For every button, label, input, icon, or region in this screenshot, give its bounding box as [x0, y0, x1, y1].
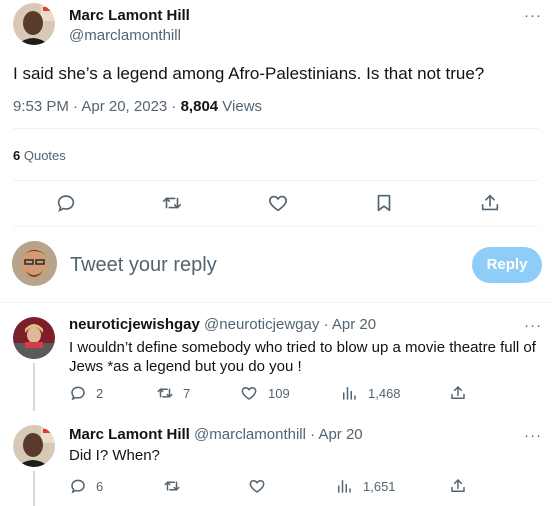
- share-icon[interactable]: [479, 192, 501, 214]
- composer-avatar[interactable]: [12, 241, 57, 286]
- view-count: 1,468: [368, 386, 401, 401]
- reply-avatar[interactable]: [13, 317, 55, 359]
- more-options-icon[interactable]: ···: [524, 427, 542, 444]
- divider: [13, 128, 539, 129]
- thread-line: [33, 363, 35, 411]
- views-count: 8,804: [180, 98, 219, 115]
- reply-text: Did I? When?: [69, 447, 160, 464]
- view-count: 1,651: [363, 479, 396, 494]
- reply-count: 2: [96, 386, 104, 401]
- reply-icon[interactable]: [69, 384, 87, 402]
- reply-icon[interactable]: [55, 192, 77, 214]
- reply-text: I wouldn’t define somebody who tried to …: [69, 338, 536, 376]
- reply-header: Marc Lamont Hill @marclamonthill · Apr 2…: [69, 426, 363, 443]
- reply-input[interactable]: Tweet your reply: [70, 254, 217, 277]
- views-icon[interactable]: [335, 477, 353, 495]
- quotes-link[interactable]: 6 Quotes: [13, 148, 66, 163]
- divider: [0, 302, 552, 303]
- divider: [13, 226, 539, 227]
- tweet-meta: 9:53 PM · Apr 20, 2023 · 8,804 Views: [13, 98, 262, 115]
- tweet-timestamp[interactable]: 9:53 PM · Apr 20, 2023 ·: [13, 98, 181, 115]
- like-icon[interactable]: [267, 192, 289, 214]
- like-icon[interactable]: [240, 384, 258, 402]
- reply-text-line: I wouldn’t define somebody who tried to …: [69, 339, 536, 356]
- reply-text-line: Jews *as a legend but you do you !: [69, 358, 302, 375]
- tweet-text: I said she’s a legend among Afro-Palesti…: [13, 64, 485, 83]
- reply-button[interactable]: Reply: [472, 247, 542, 283]
- author-name[interactable]: Marc Lamont Hill: [69, 7, 190, 24]
- share-icon[interactable]: [449, 477, 467, 495]
- retweet-count: 7: [183, 386, 191, 401]
- reply-count: 6: [96, 479, 104, 494]
- reply-date[interactable]: · Apr 20: [306, 426, 363, 443]
- bookmark-icon[interactable]: [373, 192, 395, 214]
- avatar[interactable]: [13, 3, 55, 45]
- retweet-icon[interactable]: [163, 477, 181, 495]
- like-count: 109: [268, 386, 290, 401]
- share-icon[interactable]: [449, 384, 467, 402]
- more-options-icon[interactable]: ···: [524, 317, 542, 334]
- retweet-icon[interactable]: [161, 192, 183, 214]
- author-handle[interactable]: @marclamonthill: [69, 27, 181, 44]
- quotes-label: Quotes: [20, 148, 66, 163]
- reply-date[interactable]: · Apr 20: [319, 316, 377, 333]
- reply-icon[interactable]: [69, 477, 87, 495]
- reply-author-handle[interactable]: @marclamonthill: [194, 426, 306, 443]
- reply-avatar[interactable]: [13, 425, 55, 467]
- retweet-icon[interactable]: [156, 384, 174, 402]
- divider: [13, 180, 539, 181]
- like-icon[interactable]: [248, 477, 266, 495]
- reply-author-name[interactable]: Marc Lamont Hill: [69, 426, 190, 443]
- reply-author-handle[interactable]: @neuroticjewgay: [204, 316, 319, 333]
- reply-header: neuroticjewishgay @neuroticjewgay · Apr …: [69, 316, 376, 333]
- views-label: Views: [218, 98, 263, 115]
- reply-author-name[interactable]: neuroticjewishgay: [69, 316, 200, 333]
- thread-line: [33, 471, 35, 506]
- views-icon[interactable]: [340, 384, 358, 402]
- more-options-icon[interactable]: ···: [524, 7, 542, 24]
